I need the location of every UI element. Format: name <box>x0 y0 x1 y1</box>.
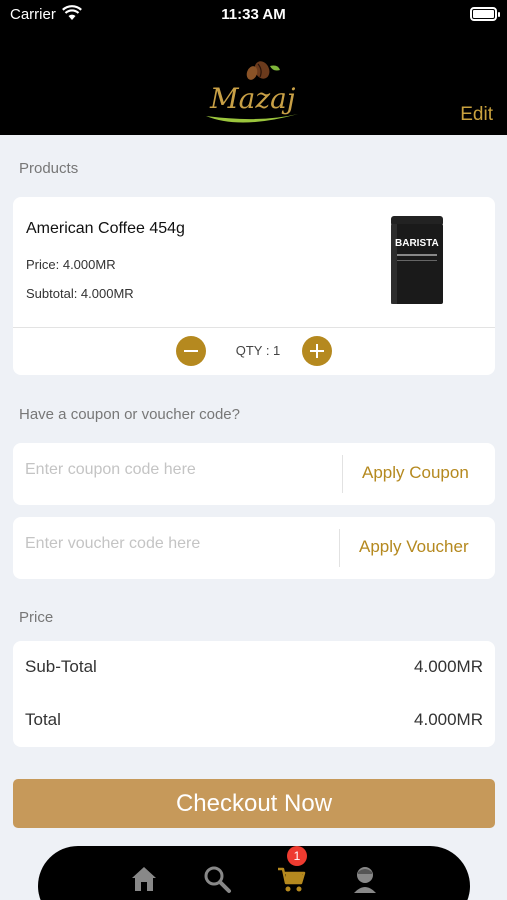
subtotal-label: Sub-Total <box>25 657 97 676</box>
home-icon[interactable] <box>129 864 159 894</box>
cart-badge: 1 <box>287 846 307 866</box>
product-card: American Coffee 454g Price: 4.000MR Subt… <box>13 197 495 375</box>
product-name: American Coffee 454g <box>26 220 185 237</box>
bottom-tab-bar: 1 <box>38 846 470 900</box>
cart-icon[interactable] <box>276 864 306 894</box>
voucher-card: Apply Voucher <box>13 517 495 579</box>
coupon-input[interactable] <box>25 461 335 479</box>
product-price: Price: 4.000MR <box>26 257 116 272</box>
subtotal-value: 4.000MR <box>414 657 483 676</box>
increase-quantity-button[interactable] <box>302 336 332 366</box>
price-card: Sub-Total 4.000MR Total 4.000MR <box>13 641 495 747</box>
search-icon[interactable] <box>202 864 232 894</box>
products-section-label: Products <box>19 160 79 177</box>
svg-text:BARISTA: BARISTA <box>395 238 439 249</box>
coupon-card: Apply Coupon <box>13 443 495 505</box>
total-value: 4.000MR <box>414 710 483 729</box>
product-divider <box>13 327 495 328</box>
app-header: Carrier 11:33 AM Mazaj Edit <box>0 0 507 135</box>
quantity-label: QTY : 1 <box>235 343 281 358</box>
profile-icon[interactable] <box>350 864 380 894</box>
total-label: Total <box>25 710 61 729</box>
product-subtotal: Subtotal: 4.000MR <box>26 286 134 301</box>
decrease-quantity-button[interactable] <box>176 336 206 366</box>
voucher-separator <box>339 529 340 567</box>
status-time: 11:33 AM <box>221 6 286 23</box>
logo-text: Mazaj <box>209 82 296 115</box>
mazaj-logo: Mazaj <box>206 61 298 123</box>
checkout-button[interactable]: Checkout Now <box>13 779 495 828</box>
product-image: BARISTA <box>391 216 443 304</box>
coupon-section-label: Have a coupon or voucher code? <box>19 406 240 423</box>
apply-coupon-button[interactable]: Apply Coupon <box>362 463 469 483</box>
voucher-input[interactable] <box>25 535 335 553</box>
edit-button[interactable]: Edit <box>460 104 493 126</box>
coupon-separator <box>342 455 343 493</box>
status-bar: Carrier 11:33 AM <box>0 0 507 30</box>
price-section-label: Price <box>19 609 54 626</box>
battery-icon <box>470 7 500 21</box>
apply-voucher-button[interactable]: Apply Voucher <box>359 537 469 557</box>
